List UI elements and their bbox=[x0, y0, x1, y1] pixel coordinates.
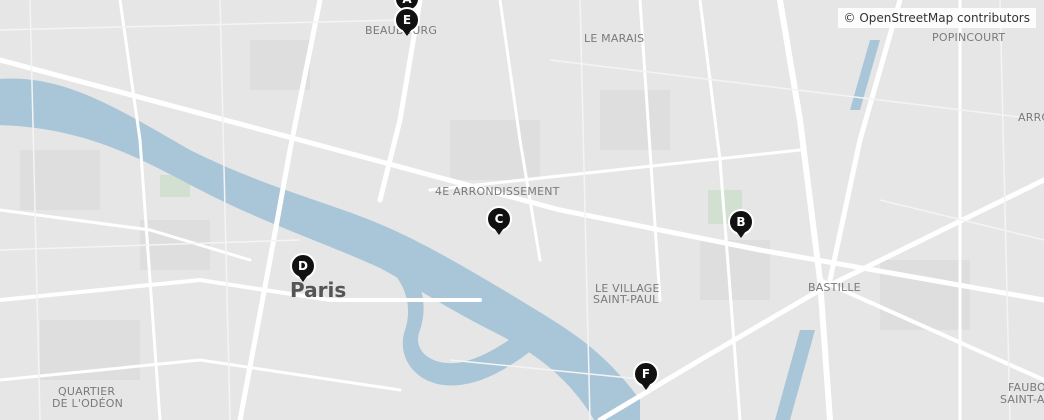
marker-label: E bbox=[402, 13, 412, 27]
map-marker-d[interactable]: D bbox=[290, 253, 316, 287]
marker-label: F bbox=[641, 367, 651, 381]
place-label-popincourt: POPINCOURT bbox=[932, 31, 1006, 44]
map-view[interactable]: BEAUBOURG LE MARAIS POPINCOURT 4E ARROND… bbox=[0, 0, 1044, 420]
map-marker-c[interactable]: C bbox=[486, 206, 512, 240]
marker-label: B bbox=[736, 215, 746, 229]
marker-label: C bbox=[494, 212, 504, 226]
place-label-arro: ARRO bbox=[1018, 111, 1044, 124]
map-marker-f[interactable]: F bbox=[633, 361, 659, 395]
place-label-saint-paul: SAINT-PAUL bbox=[593, 293, 659, 306]
place-label-4e-arrondissement: 4E ARRONDISSEMENT bbox=[435, 185, 560, 198]
map-marker-b[interactable]: B bbox=[728, 209, 754, 243]
place-label-le-marais: LE MARAIS bbox=[584, 32, 645, 45]
marker-label: D bbox=[298, 259, 308, 273]
place-label-saint-an: SAINT-AN bbox=[1000, 393, 1044, 406]
place-label-bastille: BASTILLE bbox=[808, 281, 861, 294]
map-base-layer bbox=[0, 0, 1044, 420]
map-marker-e[interactable]: E bbox=[394, 7, 420, 41]
map-attribution[interactable]: © OpenStreetMap contributors bbox=[837, 8, 1036, 28]
place-label-de-l-odeon: DE L'ODÉON bbox=[52, 397, 124, 410]
